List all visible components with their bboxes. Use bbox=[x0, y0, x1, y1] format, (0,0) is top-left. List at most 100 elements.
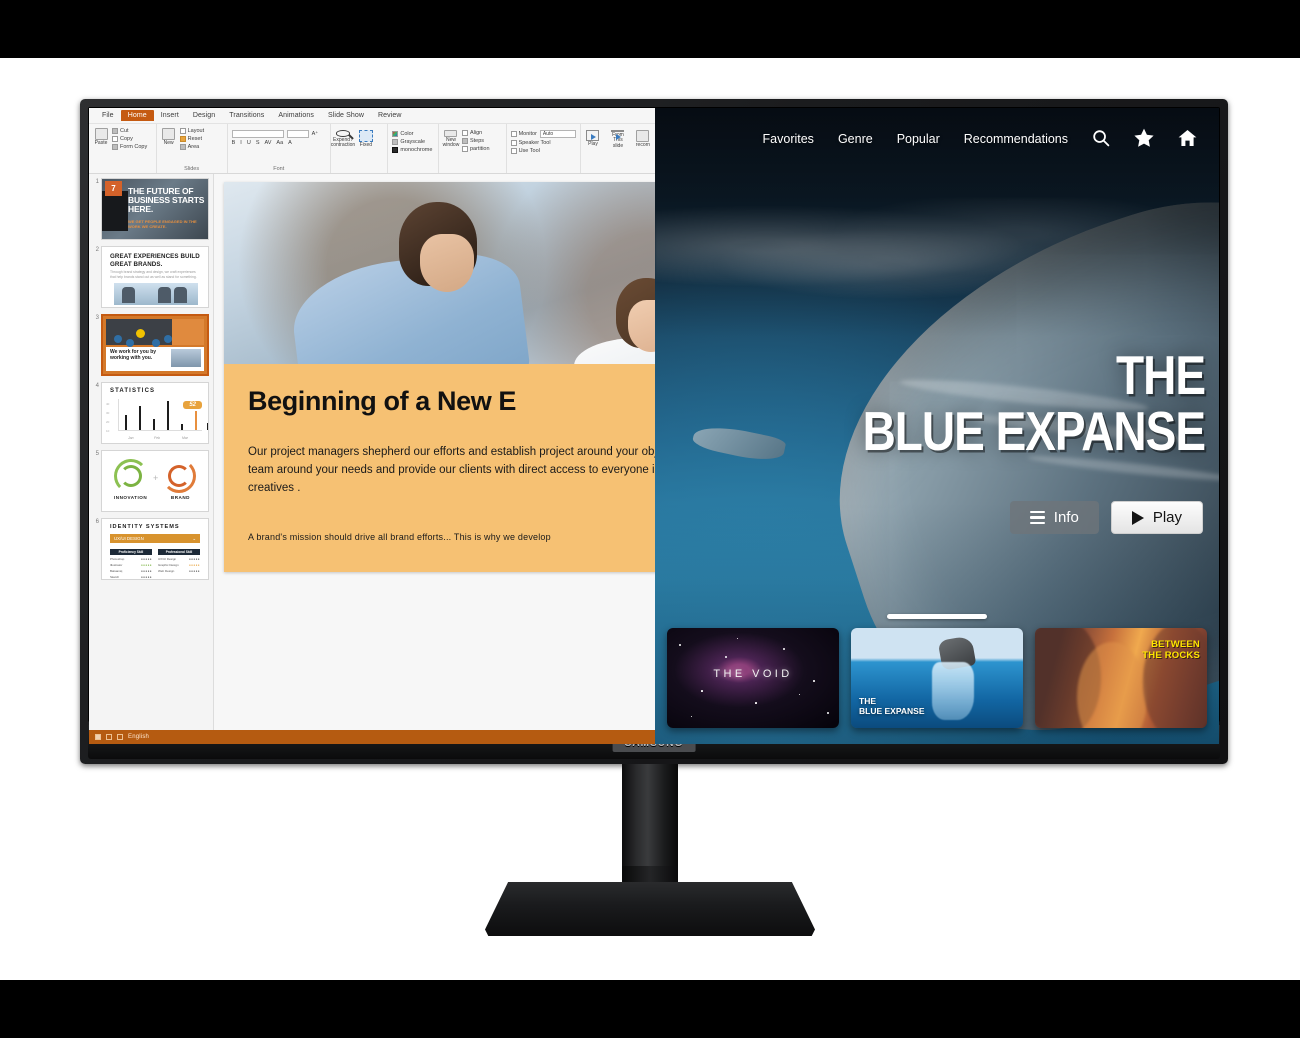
change-case-button[interactable]: Aa bbox=[276, 140, 283, 146]
play-button[interactable]: Play bbox=[585, 130, 601, 148]
rating-dots: ●●●●● bbox=[188, 563, 200, 567]
color-button[interactable]: Color bbox=[392, 131, 434, 137]
tab-slide-show[interactable]: Slide Show bbox=[321, 110, 371, 121]
rating-dots: ●●●●● bbox=[188, 557, 200, 561]
thumbnail-slide-4[interactable]: STATISTICS 40 30 20 10 52 Jan Feb Mar bbox=[101, 382, 209, 444]
presentation-body: 1 7 THE FUTURE OF BUSINESS STARTS HERE. … bbox=[89, 174, 655, 730]
thumbnail-item[interactable]: 5 + INNOVATION BRAND bbox=[92, 450, 210, 512]
font-color-button[interactable]: A bbox=[288, 140, 292, 146]
thumbnail-body: Through brand strategy and design, we cr… bbox=[110, 270, 197, 279]
thumbnail-slide-6[interactable]: IDENTITY SYSTEMS UX/UI DESIGN ⌄ Proficie… bbox=[101, 518, 209, 580]
thumbnail-slide-2[interactable]: GREAT EXPERIENCES BUILD GREAT BRANDS. Th… bbox=[101, 246, 209, 308]
star-icon[interactable] bbox=[1134, 128, 1154, 150]
fixed-button[interactable]: Fixed bbox=[358, 130, 374, 148]
reading-view-icon[interactable] bbox=[117, 734, 123, 740]
checkbox-icon bbox=[510, 140, 517, 146]
play-triangle-icon bbox=[1131, 510, 1144, 525]
monitor-select[interactable]: Auto bbox=[539, 130, 576, 138]
slide-sorter-icon[interactable] bbox=[106, 734, 112, 740]
form-copy-button[interactable]: Form Copy bbox=[112, 144, 147, 150]
decor-dark-panel bbox=[106, 319, 174, 347]
chart-title: STATISTICS bbox=[110, 388, 156, 394]
thumbnail-item[interactable]: 6 IDENTITY SYSTEMS UX/UI DESIGN ⌄ Profic… bbox=[92, 518, 210, 580]
steps-button[interactable]: Steps bbox=[461, 138, 490, 144]
nav-recommendations[interactable]: Recommendations bbox=[964, 132, 1068, 146]
new-window-button[interactable]: New window bbox=[443, 130, 459, 148]
skill-row: Web Design ●●●●● bbox=[158, 569, 200, 573]
rating-dots: ●●●●● bbox=[140, 563, 152, 567]
thumbnail-slide-5[interactable]: + INNOVATION BRAND bbox=[101, 450, 209, 512]
home-icon[interactable] bbox=[1178, 129, 1197, 150]
expand-contract-button[interactable]: Expend / contraction bbox=[331, 130, 355, 148]
search-icon[interactable] bbox=[1092, 129, 1110, 150]
skill-row: UX/UI Design ●●●●● bbox=[158, 557, 200, 561]
monitor-screen: File Home Insert Design Transitions Anim… bbox=[89, 108, 1219, 744]
font-size-input[interactable] bbox=[286, 130, 309, 138]
new-slide-button[interactable]: New bbox=[161, 128, 177, 146]
tab-insert[interactable]: Insert bbox=[154, 110, 186, 121]
rail-card-the-void[interactable]: THE VOID bbox=[667, 628, 839, 728]
tab-animations[interactable]: Animations bbox=[271, 110, 321, 121]
speaker-tool-checkbox[interactable]: Speaker Tool bbox=[510, 140, 576, 146]
tab-design[interactable]: Design bbox=[186, 110, 222, 121]
samsung-monitor: SAMSUNG File Home Insert Design Transiti… bbox=[80, 99, 1228, 764]
from-this-slide-button[interactable]: From This slide bbox=[610, 130, 626, 148]
clipboard-group-label bbox=[93, 171, 152, 172]
thumbnail-item[interactable]: 2 GREAT EXPERIENCES BUILD GREAT BRANDS. … bbox=[92, 246, 210, 308]
person-shape bbox=[122, 287, 135, 303]
current-slide[interactable]: Beginning of a New E Our project manager… bbox=[224, 182, 655, 572]
area-button[interactable]: Area bbox=[179, 144, 205, 150]
area-icon bbox=[179, 144, 186, 150]
underline-button[interactable]: U bbox=[247, 140, 251, 146]
thumbnail-slide-3[interactable]: We work for you by working with you. bbox=[101, 314, 209, 376]
thumbnail-item[interactable]: 3 We work for you by working with you. bbox=[92, 314, 210, 376]
thumbnail-item[interactable]: 4 STATISTICS 40 30 20 10 52 Jan Feb Mar bbox=[92, 382, 210, 444]
tab-review[interactable]: Review bbox=[371, 110, 409, 121]
use-tool-checkbox[interactable]: Use Tool bbox=[510, 148, 576, 154]
idea-ball bbox=[164, 335, 172, 343]
rail-card-title: BETWEEN THE ROCKS bbox=[1142, 639, 1200, 661]
bold-button[interactable]: B bbox=[232, 140, 236, 146]
copy-button[interactable]: Copy bbox=[112, 136, 147, 142]
language-indicator[interactable]: English bbox=[128, 734, 149, 740]
thumbnail-lower: We work for you by working with you. bbox=[106, 347, 204, 371]
cut-button[interactable]: Cut bbox=[112, 128, 147, 134]
grayscale-button[interactable]: Grayscale bbox=[392, 139, 434, 145]
thumbnail-item[interactable]: 1 7 THE FUTURE OF BUSINESS STARTS HERE. … bbox=[92, 178, 210, 240]
monitor-stand-base bbox=[485, 882, 815, 936]
tab-transitions[interactable]: Transitions bbox=[222, 110, 271, 121]
rail-card-between-the-rocks[interactable]: BETWEEN THE ROCKS bbox=[1035, 628, 1207, 728]
tab-file[interactable]: File bbox=[95, 110, 121, 121]
tab-home[interactable]: Home bbox=[120, 110, 154, 121]
chart-bar bbox=[181, 424, 184, 430]
align-button[interactable]: Align bbox=[461, 130, 490, 136]
layout-button[interactable]: Layout bbox=[179, 128, 204, 134]
ribbon-group-slides: New Layout Reset Area Slides bbox=[157, 124, 228, 173]
grow-font-button[interactable]: A⁺ bbox=[312, 131, 319, 137]
paste-button[interactable]: Paste bbox=[93, 128, 109, 146]
slide-thumbnail-panel[interactable]: 1 7 THE FUTURE OF BUSINESS STARTS HERE. … bbox=[89, 174, 214, 730]
font-family-input[interactable] bbox=[231, 130, 284, 138]
skill-row: Photoshop ●●●●● bbox=[110, 557, 152, 561]
nav-genre[interactable]: Genre bbox=[838, 132, 873, 146]
rail-card-blue-expanse[interactable]: THE BLUE EXPANSE bbox=[851, 628, 1023, 728]
info-button[interactable]: Info bbox=[1009, 501, 1099, 534]
thumbnail-slide-1[interactable]: 7 THE FUTURE OF BUSINESS STARTS HERE. WE… bbox=[101, 178, 209, 240]
strikethrough-button[interactable]: S bbox=[256, 140, 260, 146]
record-button[interactable]: recorn bbox=[635, 130, 651, 148]
innovation-ring-inner bbox=[120, 465, 142, 487]
slide-editor-canvas[interactable]: Beginning of a New E Our project manager… bbox=[214, 174, 655, 730]
play-button[interactable]: Play bbox=[1110, 501, 1203, 534]
thumbnail-title: GREAT EXPERIENCES BUILD GREAT BRANDS. bbox=[110, 253, 200, 268]
nav-popular[interactable]: Popular bbox=[897, 132, 940, 146]
normal-view-icon[interactable] bbox=[95, 734, 101, 740]
chart-bar bbox=[139, 406, 142, 430]
nav-favorites[interactable]: Favorites bbox=[763, 132, 814, 146]
partition-button[interactable]: partition bbox=[461, 146, 490, 152]
italic-button[interactable]: I bbox=[240, 140, 242, 146]
carousel-scroll-indicator[interactable] bbox=[887, 614, 987, 619]
monochrome-button[interactable]: monochrome bbox=[392, 147, 434, 153]
copy-icon bbox=[112, 136, 118, 142]
char-spacing-button[interactable]: AV bbox=[264, 140, 271, 146]
reset-button[interactable]: Reset bbox=[179, 136, 205, 142]
